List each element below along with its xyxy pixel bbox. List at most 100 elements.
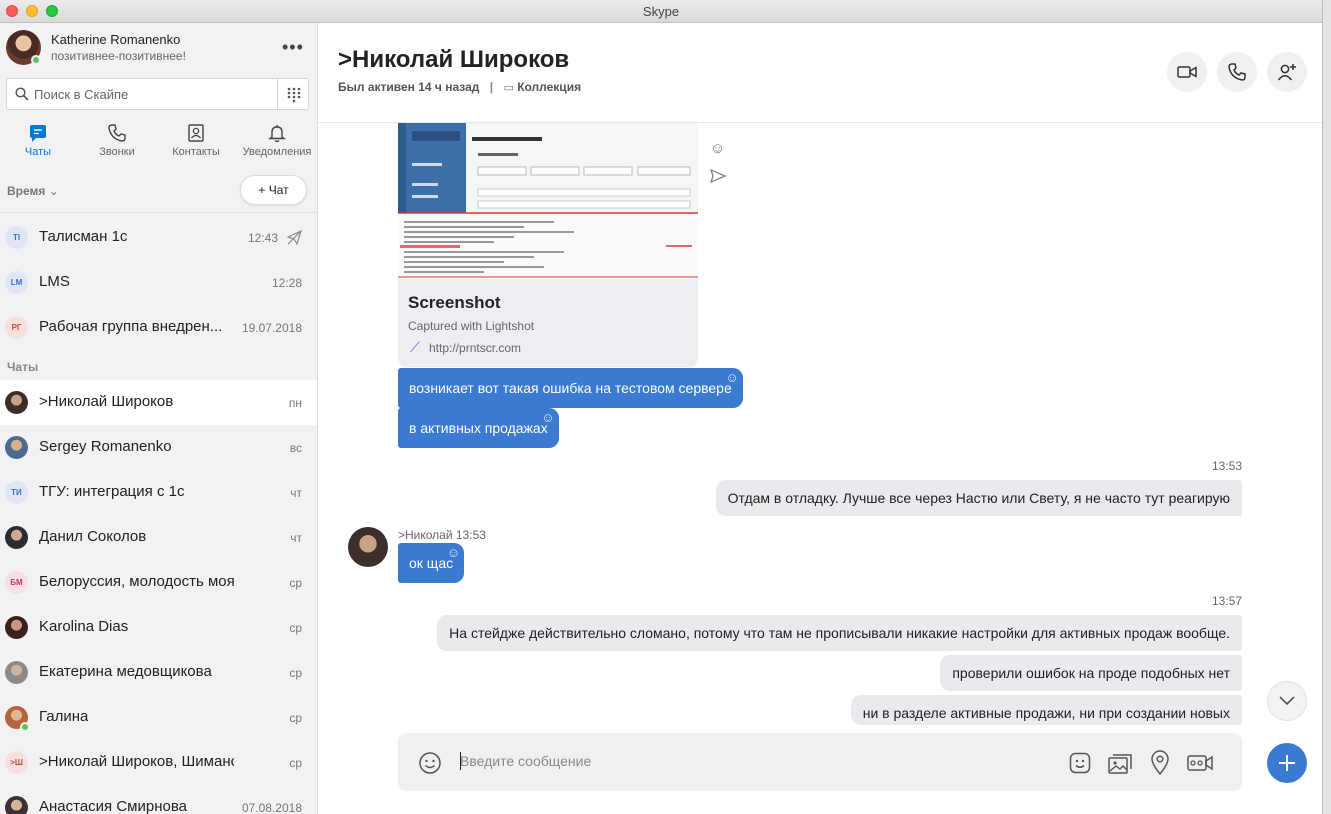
chevron-down-icon	[1279, 696, 1295, 706]
avatar[interactable]	[348, 527, 388, 567]
forward-icon[interactable]	[710, 169, 726, 183]
list-item[interactable]: Данил Соколов чт	[0, 515, 317, 560]
link-title: Screenshot	[408, 293, 501, 312]
avatar: ТІ	[5, 226, 28, 249]
avatar: ТИ	[5, 481, 28, 504]
chat-time: чт	[290, 531, 302, 545]
sort-dropdown[interactable]: Время ⌄	[7, 184, 59, 198]
list-item[interactable]: ТИ ТГУ: интеграция с 1с чт	[0, 470, 317, 515]
chat-name: Рабочая группа внедрен...	[39, 318, 223, 335]
avatar: РГ	[5, 316, 28, 339]
scroll-fade	[318, 725, 1322, 733]
list-item[interactable]: Karolina Dias ср	[0, 605, 317, 650]
new-chat-button[interactable]: + Чат	[240, 175, 307, 205]
contacts-icon	[188, 124, 204, 142]
chat-name: >Николай Широков	[39, 393, 174, 410]
sidebar: Katherine Romanenko позитивнее-позитивне…	[0, 23, 318, 814]
list-item[interactable]: LM LMS 12:28	[0, 260, 317, 305]
chat-name: Талисман 1с	[39, 228, 128, 245]
incoming-message[interactable]: в активных продажах ☺	[398, 408, 559, 448]
outgoing-message[interactable]: На стейдже действительно сломано, потому…	[437, 615, 1242, 651]
collection-link[interactable]: Коллекция	[517, 80, 581, 94]
incoming-message[interactable]: возникает вот такая ошибка на тестовом с…	[398, 368, 743, 408]
profile-status[interactable]: позитивнее-позитивнее!	[51, 49, 186, 63]
media-gallery-icon[interactable]	[1107, 751, 1133, 775]
add-content-button[interactable]	[1267, 743, 1307, 783]
online-status-icon	[20, 722, 30, 732]
scroll-to-bottom-button[interactable]	[1267, 681, 1307, 721]
audio-call-button[interactable]	[1217, 52, 1257, 92]
online-status-icon	[31, 55, 41, 65]
avatar	[5, 661, 28, 684]
emoji-reaction-icon[interactable]: ☺	[710, 140, 725, 157]
message-composer: Введите сообщение	[398, 733, 1242, 791]
page-title[interactable]: >Николай Широков	[338, 46, 569, 74]
chat-time: 12:43	[247, 231, 278, 245]
chat-time: ср	[289, 756, 302, 770]
more-options-button[interactable]: •••	[282, 37, 304, 58]
tab-label: Чаты	[24, 146, 52, 158]
avatar	[5, 436, 28, 459]
incoming-message[interactable]: ок щас ☺	[398, 543, 465, 583]
video-call-button[interactable]	[1167, 52, 1207, 92]
maximize-window-button[interactable]	[46, 5, 58, 17]
message-timestamp: 13:57	[1212, 594, 1243, 608]
message-input[interactable]: Введите сообщение	[460, 753, 591, 769]
emoji-reaction-icon[interactable]: ☺	[725, 371, 738, 385]
video-message-icon[interactable]	[1186, 751, 1214, 775]
search-input[interactable]: Поиск в Скайпе	[6, 78, 278, 110]
list-item[interactable]: >Ш >Николай Широков, Шиманска... ср	[0, 740, 317, 785]
chat-time: 12:28	[271, 276, 302, 290]
emoji-reaction-icon[interactable]: ☺	[541, 411, 554, 425]
list-item[interactable]: >Николай Широков пн	[0, 380, 317, 425]
message-text: в активных продажах	[409, 420, 548, 436]
add-person-icon	[1277, 64, 1296, 81]
emoji-icon[interactable]	[418, 751, 442, 775]
minimize-window-button[interactable]	[26, 5, 38, 17]
chat-time: ср	[289, 711, 302, 725]
emoji-reaction-icon[interactable]: ☺	[447, 546, 460, 560]
tab-contacts[interactable]: Контакты	[158, 123, 234, 158]
list-item[interactable]: Sergey Romanenko вс	[0, 425, 317, 470]
list-item[interactable]: Анастасия Смирнова 07.08.2018	[0, 785, 317, 814]
list-item[interactable]: Екатерина медовщикова ср	[0, 650, 317, 695]
list-item[interactable]: РГ Рабочая группа внедрен... 19.07.2018	[0, 305, 317, 350]
avatar	[5, 391, 28, 414]
list-item[interactable]: Галина ср	[0, 695, 317, 740]
location-pin-icon[interactable]	[1150, 750, 1170, 776]
screenshot-thumbnail[interactable]	[398, 123, 698, 279]
sticker-icon[interactable]	[1068, 751, 1092, 775]
chat-name: Екатерина медовщикова	[39, 663, 212, 680]
close-window-button[interactable]	[6, 5, 18, 17]
list-item[interactable]: ТІ Талисман 1с 12:43	[0, 215, 317, 260]
search-placeholder: Поиск в Скайпе	[34, 87, 129, 102]
chat-time: чт	[290, 486, 302, 500]
gallery-icon: ▭	[503, 82, 514, 94]
separator: |	[489, 80, 494, 94]
chat-name: Karolina Dias	[39, 618, 129, 635]
chat-name: Sergey Romanenko	[39, 438, 172, 455]
chat-name: LMS	[39, 273, 70, 290]
outgoing-message[interactable]: ни в разделе активные продажи, ни при со…	[850, 695, 1242, 725]
outgoing-message[interactable]: Отдам в отладку. Лучше все через Настю и…	[715, 480, 1242, 516]
last-seen: Был активен 14 ч назад	[338, 80, 480, 94]
link-url[interactable]: http://prntscr.com	[429, 341, 521, 355]
tab-notifications[interactable]: Уведомления	[238, 123, 316, 158]
add-people-button[interactable]	[1267, 52, 1307, 92]
window-title: Skype	[642, 4, 680, 19]
chat-time: ср	[289, 576, 302, 590]
tab-chats[interactable]: Чаты	[0, 123, 76, 158]
list-item[interactable]: БМ Белоруссия, молодость моя... ср	[0, 560, 317, 605]
chat-name: Галина	[39, 708, 89, 725]
title-bar: Skype	[0, 0, 1322, 23]
message-text: возникает вот такая ошибка на тестовом с…	[409, 380, 732, 396]
avatar: БМ	[5, 571, 28, 594]
tab-calls[interactable]: Звонки	[79, 123, 155, 158]
profile-name[interactable]: Katherine Romanenko	[51, 32, 180, 47]
chat-subtitle: Был активен 14 ч назад | ▭ Коллекция	[338, 80, 581, 94]
dialpad-button[interactable]	[277, 78, 309, 110]
link-preview-card[interactable]: Screenshot Captured with Lightshot ⟋ htt…	[398, 123, 698, 367]
chat-time: ср	[289, 621, 302, 635]
feather-icon: ⟋	[410, 339, 420, 355]
outgoing-message[interactable]: проверили ошибок на проде подобных нет	[940, 655, 1242, 691]
